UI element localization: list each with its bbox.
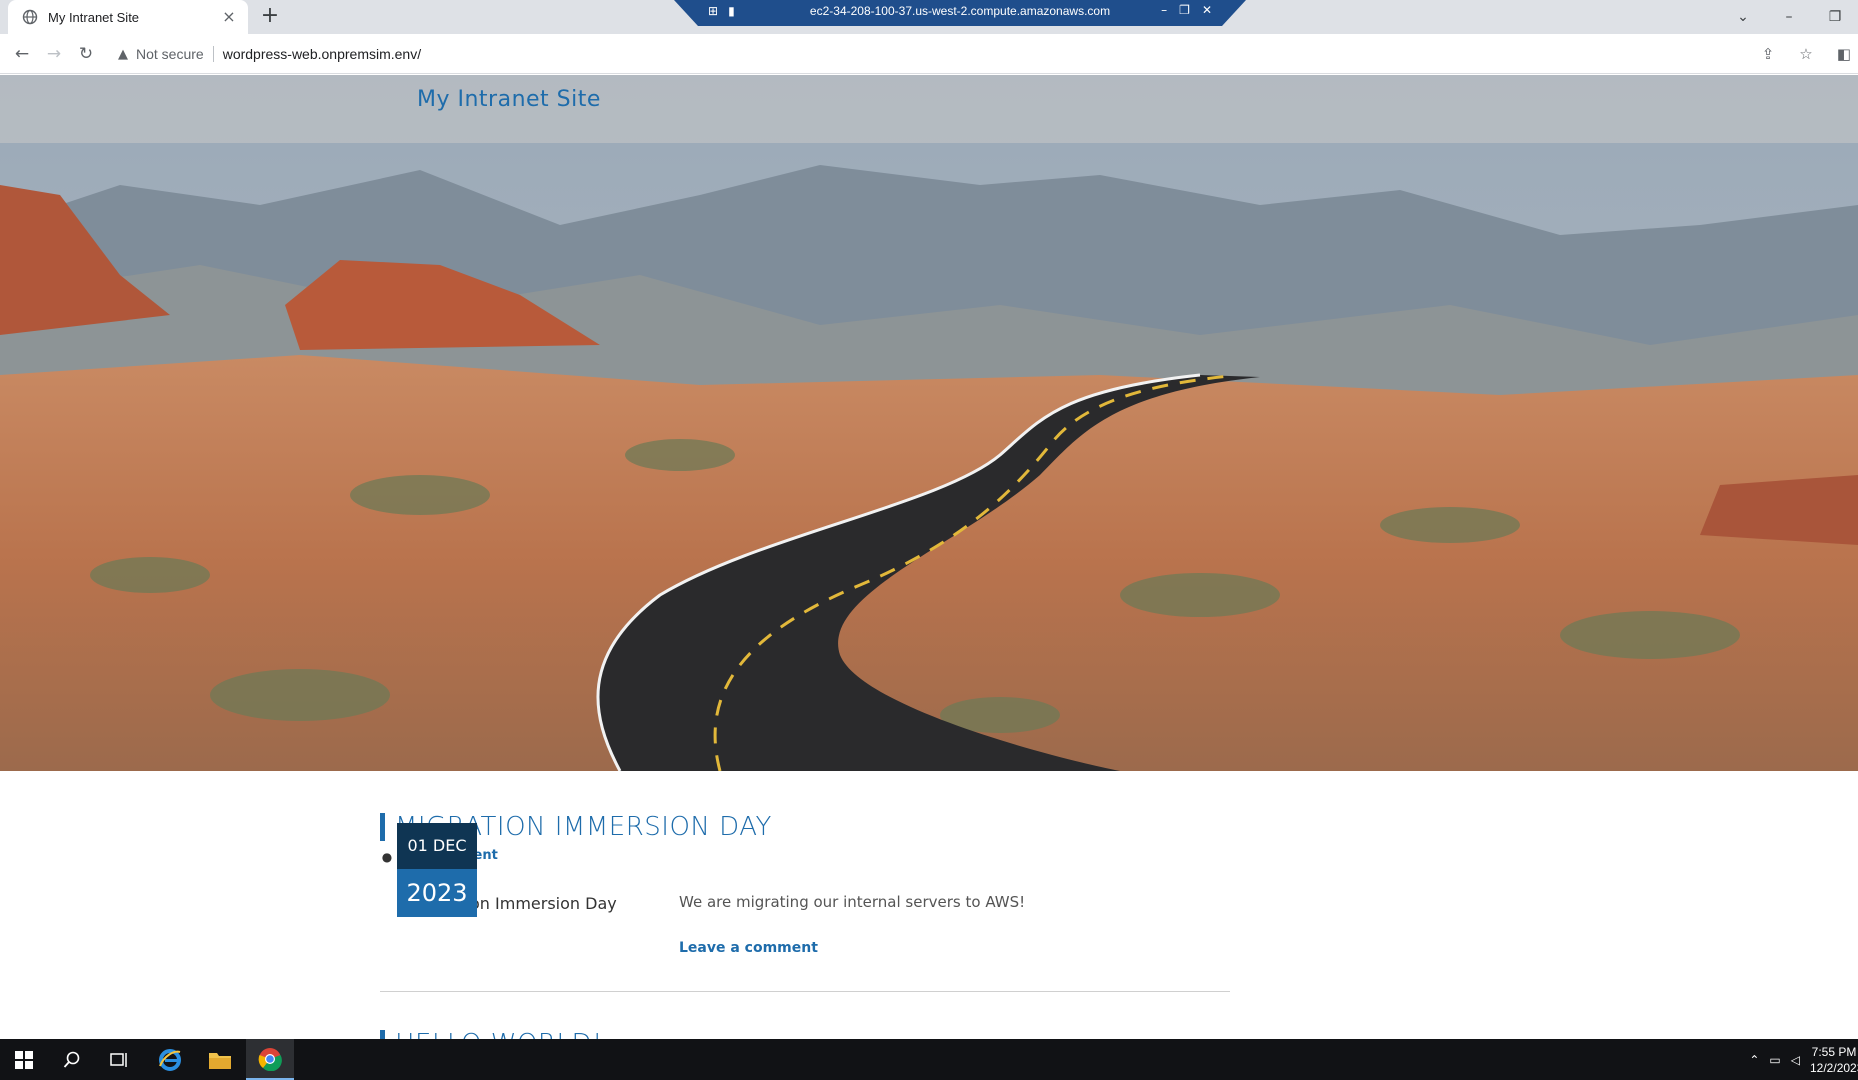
back-icon[interactable]: ← (10, 42, 34, 66)
desert-road-image (0, 75, 1858, 771)
omnibox-separator (212, 46, 214, 62)
rdp-connection-bar: ⊞ ▮ ec2-34-208-100-37.us-west-2.compute.… (674, 0, 1246, 26)
rdp-restore-icon[interactable]: ❐ (1179, 3, 1190, 17)
search-icon[interactable] (48, 1039, 96, 1080)
rdp-close-icon[interactable]: ✕ (1202, 3, 1212, 17)
date-badge: 01 DEC 2023 (397, 823, 477, 917)
site-header: My Intranet Site (0, 75, 1858, 143)
url-text[interactable]: wordpress-web.onpremsim.env/ (223, 46, 421, 62)
tab-search-icon[interactable]: ⌄ (1720, 9, 1766, 25)
tab-strip: My Intranet Site × + ⊞ ▮ ec2-34-208-100-… (0, 0, 1858, 34)
post-divider (380, 991, 1230, 992)
share-icon[interactable]: ⇪ (1758, 42, 1778, 66)
new-tab-button[interactable]: + (258, 5, 282, 29)
side-panel-icon[interactable]: ◧ (1834, 42, 1854, 66)
clock-date: 12/2/2023 (1810, 1060, 1858, 1075)
browser-toolbar: ← → ↻ ▲ Not secure wordpress-web.onprems… (0, 34, 1858, 74)
forward-icon[interactable]: → (42, 42, 66, 66)
globe-icon (22, 9, 38, 25)
bookmark-star-icon[interactable]: ☆ (1796, 42, 1816, 66)
clock[interactable]: 7:55 PM 12/2/2023 (1810, 1044, 1858, 1076)
post-title[interactable]: HELLO WORLD! (380, 1030, 603, 1039)
file-explorer-icon[interactable] (196, 1039, 244, 1080)
task-view-icon[interactable] (96, 1039, 144, 1080)
site-title[interactable]: My Intranet Site (417, 87, 601, 112)
window-minimize-icon[interactable]: – (1766, 9, 1812, 25)
window-restore-icon[interactable]: ❐ (1812, 9, 1858, 25)
tray-overflow-icon[interactable]: ⌃ (1749, 1053, 1759, 1067)
date-day-month: 01 DEC (397, 823, 477, 869)
windows-taskbar: ⌃ ▭ ◁ 7:55 PM 12/2/2023 (0, 1039, 1858, 1080)
browser-tab[interactable]: My Intranet Site × (8, 0, 248, 34)
volume-icon[interactable]: ◁ (1791, 1053, 1800, 1067)
reload-icon[interactable]: ↻ (74, 42, 98, 66)
clock-time: 7:55 PM (1811, 1044, 1857, 1059)
date-year: 2023 (397, 869, 477, 917)
rdp-minimize-icon[interactable]: – (1161, 3, 1167, 17)
address-bar[interactable]: ▲ Not secure wordpress-web.onpremsim.env… (108, 39, 1760, 69)
warning-icon[interactable]: ▲ (118, 47, 128, 62)
chrome-icon[interactable] (246, 1039, 294, 1080)
internet-explorer-icon[interactable] (146, 1039, 194, 1080)
tab-close-icon[interactable]: × (220, 8, 238, 26)
network-icon[interactable]: ▭ (1769, 1053, 1780, 1067)
post-excerpt: We are migrating our internal servers to… (679, 893, 1026, 911)
user-icon: ● (381, 850, 393, 864)
leave-comment-link[interactable]: Leave a comment (679, 940, 818, 956)
hero-header-image: My Intranet Site (0, 75, 1858, 771)
system-tray: ⌃ ▭ ◁ 7:55 PM 12/2/2023 (1749, 1039, 1858, 1080)
tab-title: My Intranet Site (48, 9, 140, 25)
post-category[interactable]: on Immersion Day (470, 894, 617, 913)
security-status[interactable]: Not secure (136, 46, 204, 62)
web-page: My Intranet Site MIGRATION IMMERSION DAY… (0, 75, 1858, 1039)
windows-start-icon[interactable] (0, 1039, 48, 1080)
